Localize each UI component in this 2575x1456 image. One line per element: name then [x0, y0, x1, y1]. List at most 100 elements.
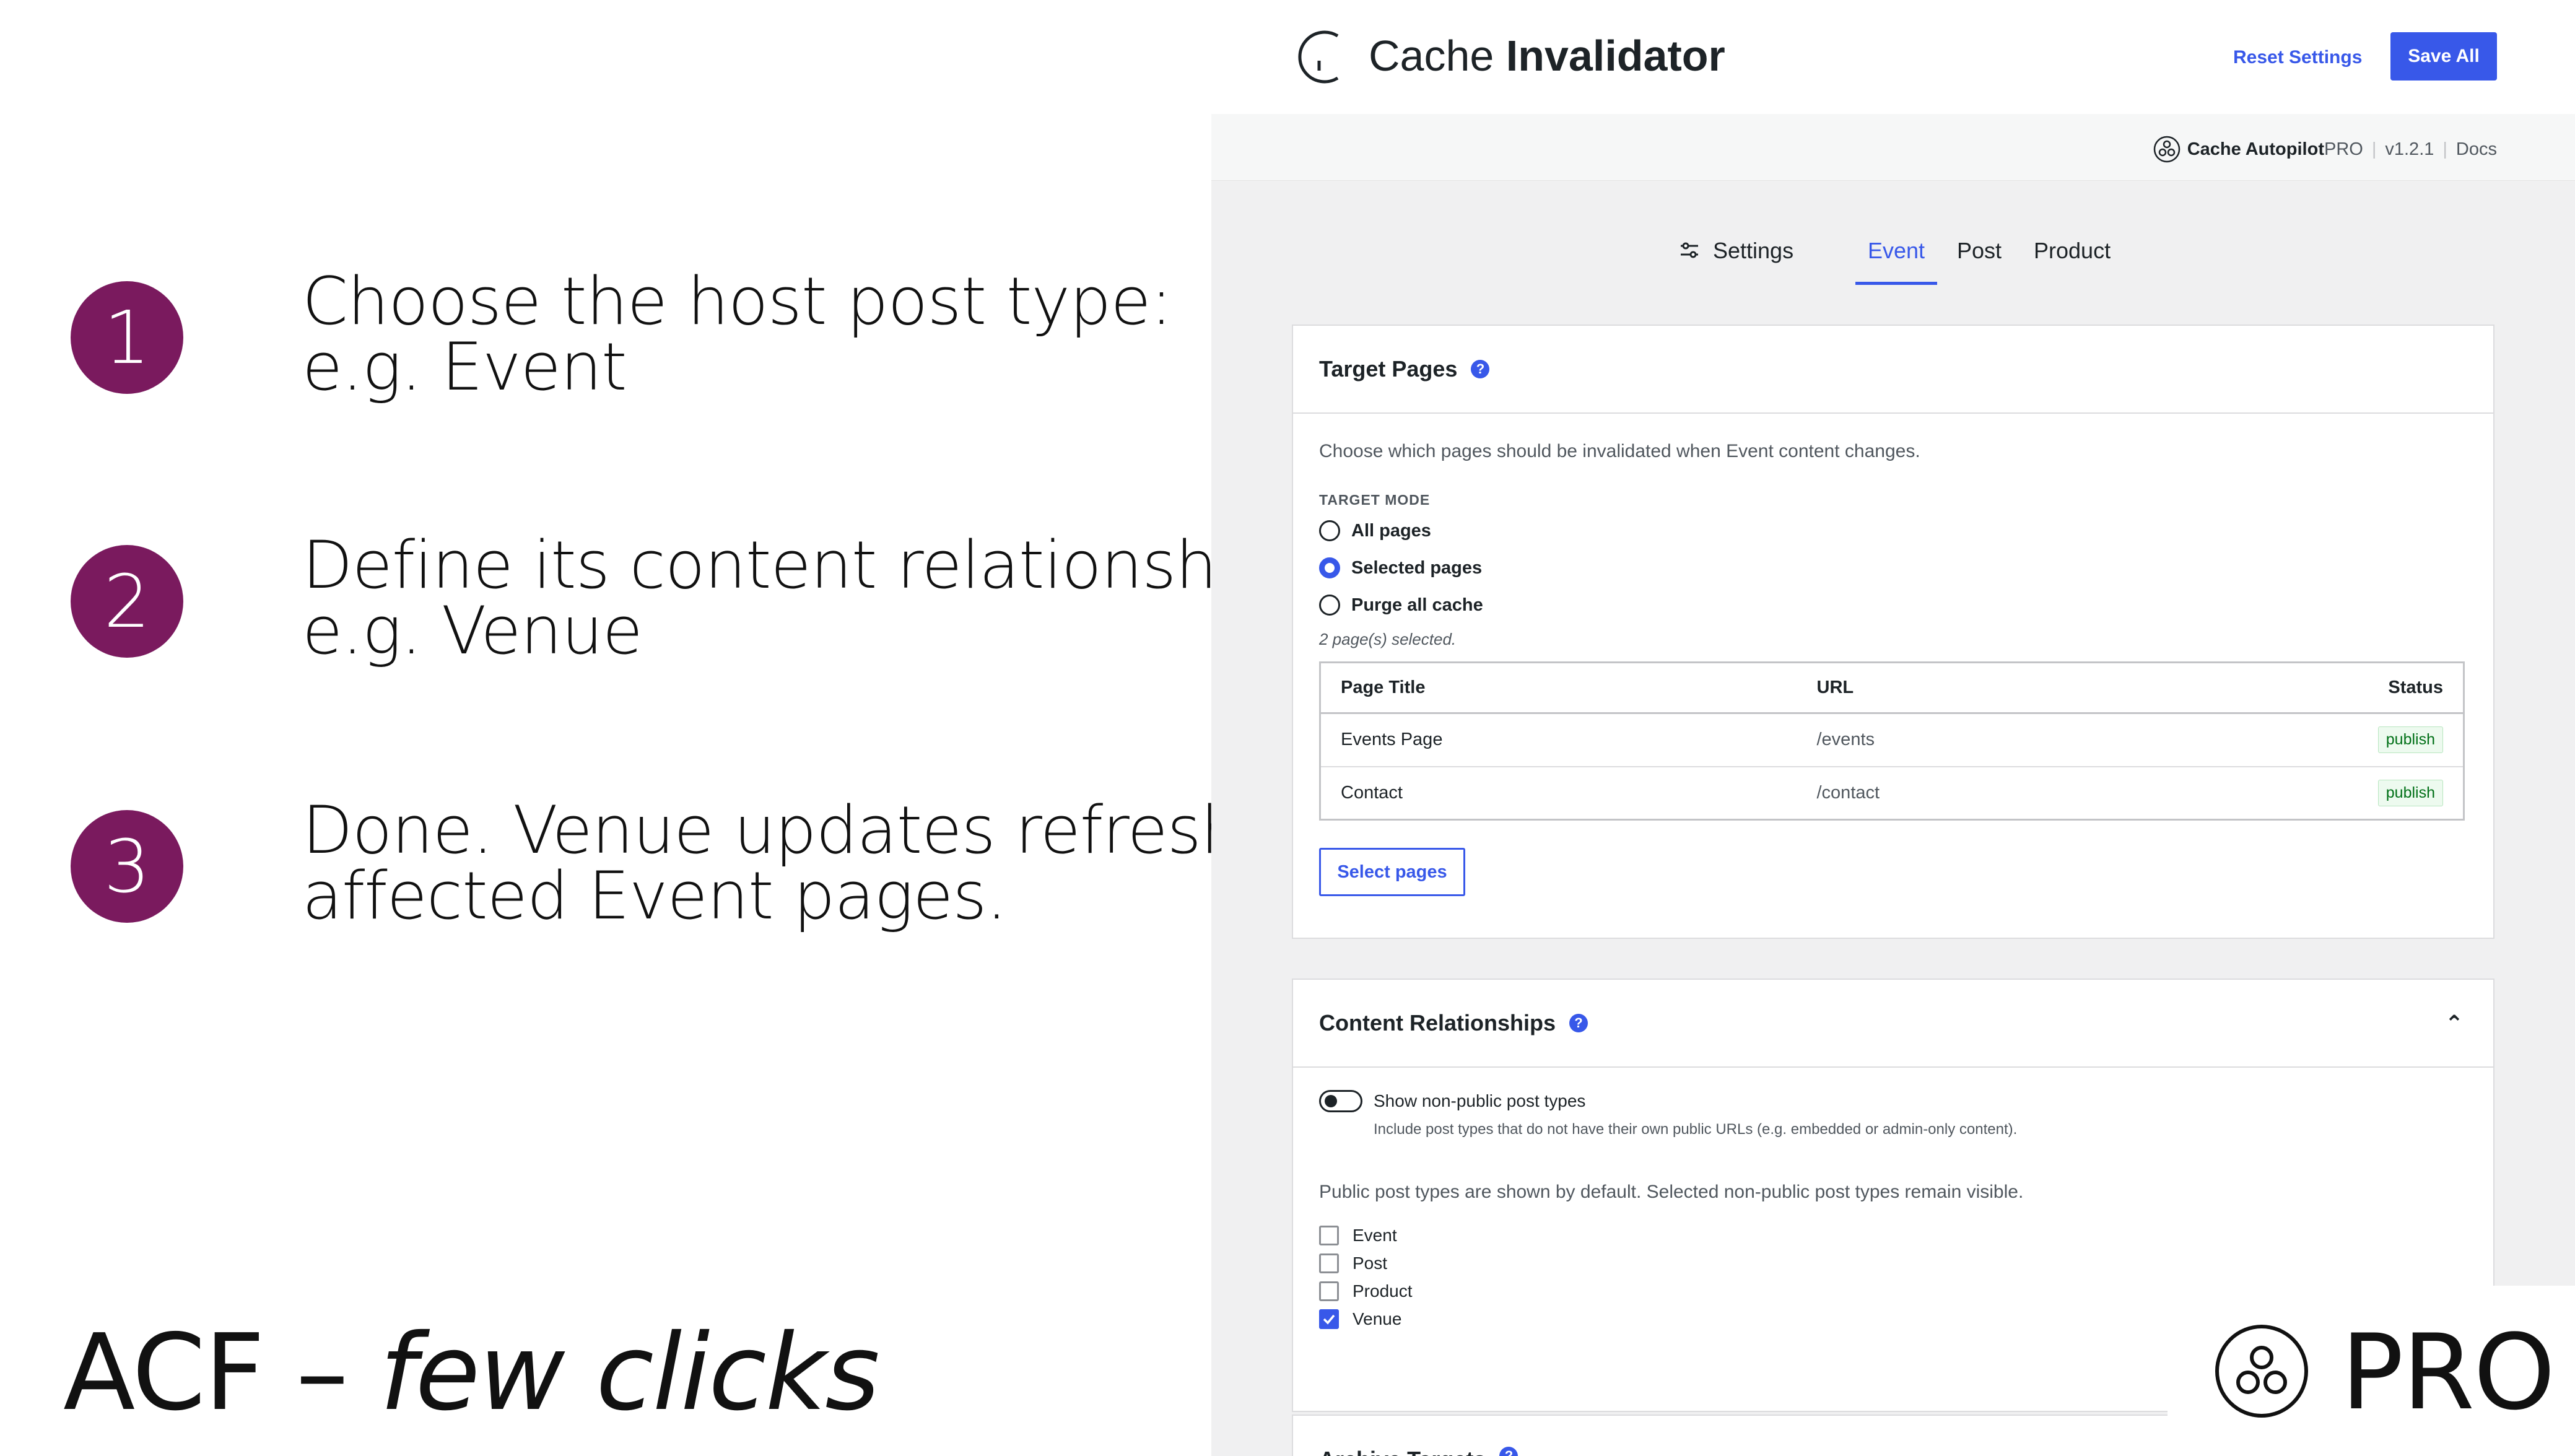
tab-label: Event [1868, 238, 1925, 263]
divider: | [2371, 139, 2377, 159]
card-header: Content Relationships ? ⌃ [1293, 980, 2493, 1068]
card-description: Choose which pages should be invalidated… [1319, 441, 1920, 461]
help-icon[interactable]: ? [1569, 1014, 1588, 1032]
checkbox-post[interactable]: Post [1319, 1249, 2467, 1277]
card-title: Archive Targets [1319, 1447, 1486, 1456]
pro-logo-icon [2215, 1325, 2308, 1418]
docs-link[interactable]: Docs [2456, 139, 2497, 160]
step-line: Done. Venue updates refresh [302, 792, 1242, 868]
help-icon[interactable]: ? [1499, 1447, 1518, 1456]
plugin-info-bar: Cache Autopilot PRO | v1.2.1 | Docs [1211, 114, 2575, 181]
slide-panel: 1 Choose the host post type: e.g. Event … [0, 0, 1331, 1456]
checkbox-label: Post [1353, 1253, 1388, 1273]
radio-selected-pages[interactable]: Selected pages [1319, 549, 2467, 586]
step-number: 1 [71, 281, 183, 394]
pro-label: PRO [2341, 1312, 2555, 1433]
app-header: Cache Invalidator Reset Settings Save Al… [1211, 0, 2575, 114]
save-all-button[interactable]: Save All [2390, 32, 2497, 81]
tab-label: Settings [1713, 238, 1794, 263]
pages-table: Page Title URL Status Events Page /event… [1319, 661, 2465, 821]
tab-product[interactable]: Product [2034, 229, 2111, 285]
page-title-cell: Contact [1320, 766, 1797, 821]
post-types-info: Public post types are shown by default. … [1319, 1182, 2024, 1202]
selected-count: 2 page(s) selected. [1319, 630, 1457, 648]
step-3: 3 Done. Venue updates refresh affected E… [71, 798, 1242, 929]
tab-label: Post [1957, 238, 2002, 263]
checkbox-label: Event [1353, 1225, 1397, 1245]
checkbox-label: Product [1353, 1281, 1413, 1301]
target-mode-label: TARGET MODE [1319, 492, 1431, 508]
select-pages-button[interactable]: Select pages [1319, 848, 1465, 896]
sliders-icon [1681, 242, 1698, 258]
tagline: ACF – few clicks [63, 1312, 880, 1434]
plugin-version: v1.2.1 [2385, 139, 2434, 159]
target-pages-card: Target Pages ? Choose which pages should… [1292, 325, 2494, 939]
plugin-brand: Cache Autopilot [2187, 139, 2324, 159]
table-row: Events Page /events publish [1320, 713, 2464, 767]
radio-label: All pages [1351, 520, 1431, 541]
radio-purge-all-cache[interactable]: Purge all cache [1319, 586, 2467, 624]
checkbox-event[interactable]: Event [1319, 1221, 2467, 1249]
divider: | [2442, 139, 2447, 159]
table-row: Contact /contact publish [1320, 766, 2464, 821]
checkmark-icon [1323, 1314, 1335, 1325]
step-text: Define its content relationships: e.g. V… [302, 527, 1331, 669]
card-body: Choose which pages should be invalidated… [1293, 441, 2493, 896]
step-line: e.g. Event [302, 329, 627, 405]
tab-post[interactable]: Post [1957, 229, 2002, 285]
non-public-toggle[interactable] [1319, 1090, 1362, 1112]
step-line: affected Event pages. [302, 858, 1007, 934]
post-type-tabs: Settings Event Post Product [1211, 229, 2575, 285]
chevron-up-icon[interactable]: ⌃ [2445, 1011, 2464, 1037]
select-pages-wrap: Select pages [1319, 848, 2467, 896]
status-cell: publish [2230, 713, 2464, 767]
step-number: 3 [71, 810, 183, 923]
non-public-toggle-row: Show non-public post types [1319, 1090, 2467, 1112]
table-header-row: Page Title URL Status [1320, 662, 2464, 714]
checkbox[interactable] [1319, 1309, 1339, 1329]
checkbox[interactable] [1319, 1281, 1339, 1301]
app-title-light: Cache [1369, 32, 1506, 80]
radio-label: Selected pages [1351, 557, 1483, 578]
status-badge: publish [2377, 726, 2443, 754]
checkbox[interactable] [1319, 1225, 1339, 1245]
toggle-label: Show non-public post types [1374, 1091, 1586, 1110]
tab-event[interactable]: Event [1855, 229, 1938, 285]
checkbox-label: Venue [1353, 1309, 1402, 1328]
step-line: Choose the host post type: [302, 263, 1172, 339]
target-mode-radio-group: All pages Selected pages Purge all cache [1319, 512, 2467, 624]
card-header: Target Pages ? [1293, 326, 2493, 414]
plugin-info: Cache Autopilot PRO | v1.2.1 | Docs [2153, 135, 2497, 163]
column-header: Status [2230, 662, 2464, 714]
radio-indicator[interactable] [1319, 595, 1340, 616]
app-title: Cache Invalidator [1369, 31, 1725, 81]
checkbox[interactable] [1319, 1253, 1339, 1273]
radio-indicator[interactable] [1319, 520, 1340, 541]
step-line: e.g. Venue [302, 593, 643, 669]
tab-settings[interactable]: Settings [1677, 229, 1793, 285]
radio-all-pages[interactable]: All pages [1319, 512, 2467, 549]
radio-label: Purge all cache [1351, 595, 1483, 615]
page-url-cell: /contact [1797, 766, 2231, 821]
status-cell: publish [2230, 766, 2464, 821]
app-title-bold: Invalidator [1505, 32, 1725, 80]
step-1: 1 Choose the host post type: e.g. Event [71, 269, 1172, 405]
step-2: 2 Define its content relationships: e.g.… [71, 533, 1331, 664]
reset-settings-link[interactable]: Reset Settings [2233, 47, 2362, 68]
step-text: Done. Venue updates refresh affected Eve… [302, 798, 1242, 929]
card-title: Target Pages [1319, 356, 1458, 381]
tab-label: Product [2034, 238, 2111, 263]
plugin-edition: PRO [2324, 139, 2363, 159]
tagline-italic: few clicks [379, 1312, 880, 1434]
toggle-help: Include post types that do not have thei… [1374, 1121, 2018, 1138]
step-line: Define its content relationships: [302, 527, 1331, 603]
help-icon[interactable]: ? [1471, 360, 1490, 378]
tagline-prefix: ACF – [63, 1312, 380, 1434]
plugin-settings-app: Cache Invalidator Reset Settings Save Al… [1211, 0, 2575, 1456]
radio-indicator[interactable] [1319, 557, 1340, 578]
card-title: Content Relationships [1319, 1010, 1556, 1035]
cache-invalidator-logo-icon [1298, 30, 1339, 84]
column-header: Page Title [1320, 662, 1797, 714]
step-number: 2 [71, 545, 183, 658]
page-title-cell: Events Page [1320, 713, 1797, 767]
